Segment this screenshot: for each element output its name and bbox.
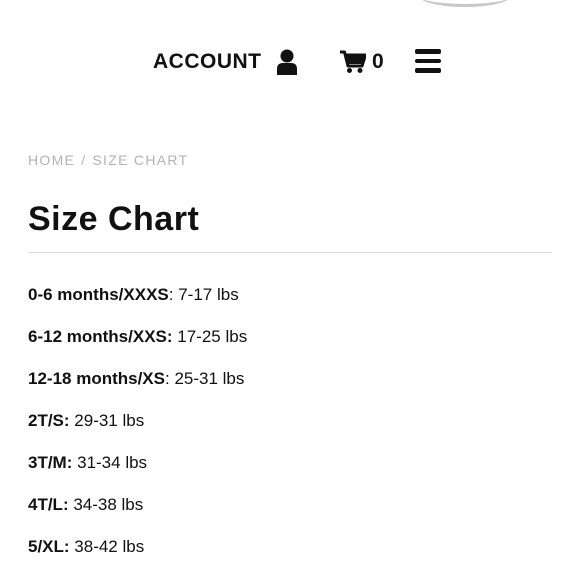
weight-range: 7-17 lbs: [173, 285, 239, 304]
breadcrumb-current: SIZE CHART: [92, 152, 189, 168]
size-row: 6-12 months/XXS: 17-25 lbs: [28, 324, 247, 366]
size-label: 5/XL:: [28, 537, 70, 556]
size-row: 0-6 months/XXXS: 7-17 lbs: [28, 282, 247, 324]
size-label: 6-12 months/XXS:: [28, 327, 173, 346]
title-divider: [28, 252, 552, 253]
account-label: ACCOUNT: [153, 50, 262, 73]
hamburger-menu-icon[interactable]: [415, 49, 441, 75]
weight-range: 34-38 lbs: [68, 495, 144, 514]
size-label: 12-18 months/XS: [28, 369, 165, 388]
size-label: 3T/M:: [28, 453, 73, 472]
account-link[interactable]: ACCOUNT: [153, 44, 298, 80]
weight-range: 38-42 lbs: [69, 537, 145, 556]
user-icon: [276, 49, 298, 75]
size-label: 0-6 months/XXXS: [28, 285, 169, 304]
breadcrumb-separator: /: [81, 152, 87, 168]
cart-icon: [340, 50, 367, 74]
size-chart-list: 0-6 months/XXXS: 7-17 lbs 6-12 months/XX…: [28, 282, 247, 576]
size-row: 3T/M: 31-34 lbs: [28, 450, 247, 492]
weight-range: 31-34 lbs: [72, 453, 148, 472]
breadcrumb: HOME / SIZE CHART: [28, 152, 188, 168]
size-label: 2T/S:: [28, 411, 70, 430]
breadcrumb-home-link[interactable]: HOME: [28, 152, 75, 168]
cart-link[interactable]: 0: [340, 44, 384, 80]
logo-fragment: [420, 0, 510, 7]
header-nav: ACCOUNT 0: [0, 44, 580, 80]
size-row: 5/XL: 38-42 lbs: [28, 534, 247, 576]
weight-range: 17-25 lbs: [172, 327, 248, 346]
page: ACCOUNT 0 HOME / SIZE CHART Size Chart 0…: [0, 0, 580, 580]
weight-range: 29-31 lbs: [69, 411, 145, 430]
page-title: Size Chart: [28, 200, 200, 238]
size-row: 4T/L: 34-38 lbs: [28, 492, 247, 534]
size-label: 4T/L:: [28, 495, 69, 514]
weight-range: 25-31 lbs: [169, 369, 245, 388]
size-row: 2T/S: 29-31 lbs: [28, 408, 247, 450]
size-row: 12-18 months/XS: 25-31 lbs: [28, 366, 247, 408]
cart-count: 0: [372, 50, 384, 73]
